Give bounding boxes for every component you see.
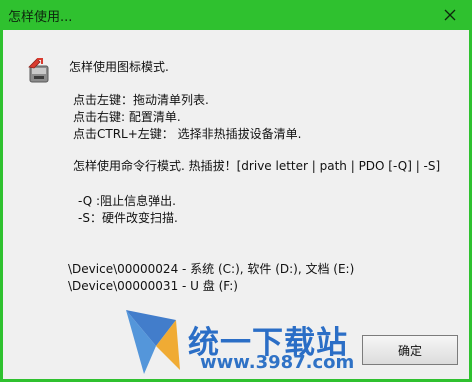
close-icon	[444, 9, 456, 21]
device-line-1: \Device\00000024 - 系统 (C:), 软件 (D:), 文档 …	[68, 262, 355, 276]
icon-mode-line-1: 点击左键：拖动清单列表.	[73, 93, 209, 107]
device-line-2: \Device\00000031 - U 盘 (F:)	[68, 279, 238, 293]
close-button[interactable]	[438, 3, 462, 27]
background-fragment	[438, 372, 472, 382]
watermark-url: www.3987.com	[200, 352, 355, 373]
dialog-window: 怎样使用... 怎样使用图标模式. 点击左键：拖动清单列表. 点击右键: 配置清…	[0, 0, 472, 382]
option-s: -S：硬件改变扫描.	[78, 211, 178, 225]
icon-mode-line-2: 点击右键: 配置清单.	[73, 110, 181, 124]
intro-text: 怎样使用图标模式.	[69, 60, 169, 74]
option-q: -Q :阻止信息弹出.	[78, 194, 176, 208]
ok-button[interactable]: 确定	[362, 335, 458, 365]
title-bar[interactable]: 怎样使用...	[0, 0, 472, 30]
icon-mode-line-3: 点击CTRL+左键： 选择非热插拔设备清单.	[73, 127, 302, 141]
window-title: 怎样使用...	[8, 10, 73, 25]
usb-eject-icon	[28, 58, 49, 83]
command-line-text: 怎样使用命令行模式. 热插拔！[drive letter | path | PD…	[73, 159, 441, 173]
